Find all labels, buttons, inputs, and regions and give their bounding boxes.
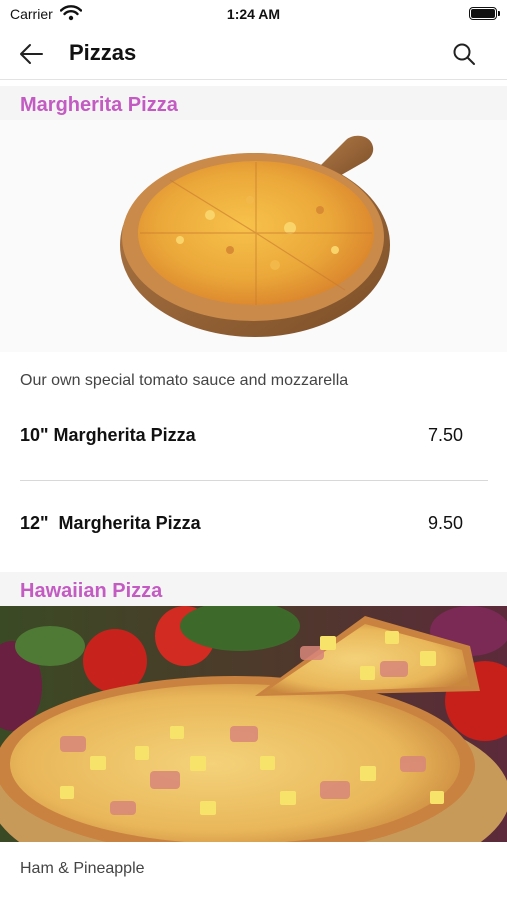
status-bar: Carrier 1:24 AM [0,0,507,28]
nav-bar: Pizzas [0,28,507,80]
section-title: Margherita Pizza [20,94,178,116]
hawaiian-description: Ham & Pineapple [20,860,145,877]
battery-icon [469,7,500,20]
divider [20,480,488,481]
margherita-pizza-image [0,120,507,352]
section-title: Hawaiian Pizza [20,580,163,602]
search-icon[interactable] [451,41,477,67]
clock: 1:24 AM [226,6,281,22]
item-name: 10" Margherita Pizza [20,425,196,445]
back-arrow-icon[interactable] [16,40,46,68]
menu-item-row[interactable]: 12" Margherita Pizza 9.50 [20,513,463,543]
hawaiian-pizza-image [0,606,507,842]
item-name: 12" Margherita Pizza [20,513,201,533]
item-price: 9.50 [427,513,463,533]
menu-item-row[interactable]: 10" Margherita Pizza 7.50 [20,425,463,455]
margherita-description: Our own special tomato sauce and mozzare… [20,372,349,389]
page-title: Pizzas [69,40,137,65]
item-price: 7.50 [427,425,463,445]
